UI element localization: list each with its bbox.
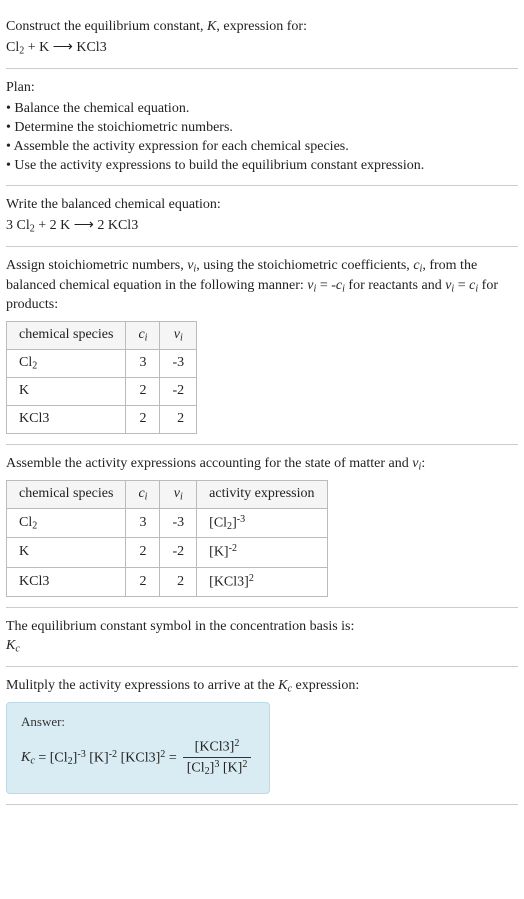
stoich-intro: Assign stoichiometric numbers, νi, using… bbox=[6, 257, 518, 314]
plan-list: Balance the chemical equation. Determine… bbox=[6, 100, 518, 176]
cell-vi: -2 bbox=[160, 377, 197, 405]
answer-fraction: [KCl3]2 [Cl2]3 [K]2 bbox=[183, 737, 252, 779]
col-ci: ci bbox=[126, 480, 160, 508]
answer-lhs: Kc = [Cl2]-3 [K]-2 [KCl3]2 = bbox=[21, 748, 177, 769]
cell-vi: -3 bbox=[160, 508, 197, 538]
col-vi: νi bbox=[160, 321, 197, 349]
table-row: Cl2 3 -3 [Cl2]-3 bbox=[7, 508, 328, 538]
cell-ci: 3 bbox=[126, 508, 160, 538]
cell-activity: [Cl2]-3 bbox=[197, 508, 327, 538]
table-row: KCl3 2 2 bbox=[7, 405, 197, 433]
col-species: chemical species bbox=[7, 480, 126, 508]
balanced-equation: 3 Cl2 + 2 K ⟶ 2 KCl3 bbox=[6, 217, 518, 236]
cell-vi: 2 bbox=[160, 405, 197, 433]
balanced-header: Write the balanced chemical equation: bbox=[6, 196, 518, 215]
stoich-table: chemical species ci νi Cl2 3 -3 K 2 -2 K… bbox=[6, 321, 197, 434]
cell-ci: 2 bbox=[126, 538, 160, 567]
cell-species: K bbox=[7, 377, 126, 405]
plan-item: Use the activity expressions to build th… bbox=[6, 157, 518, 176]
table-row: Cl2 3 -3 bbox=[7, 349, 197, 377]
cell-ci: 2 bbox=[126, 377, 160, 405]
multiply-line: Mulitply the activity expressions to arr… bbox=[6, 677, 518, 696]
plan-item: Determine the stoichiometric numbers. bbox=[6, 119, 518, 138]
col-species: chemical species bbox=[7, 321, 126, 349]
answer-expression: Kc = [Cl2]-3 [K]-2 [KCl3]2 = [KCl3]2 [Cl… bbox=[21, 737, 251, 779]
cell-vi: -3 bbox=[160, 349, 197, 377]
fraction-denominator: [Cl2]3 [K]2 bbox=[183, 758, 252, 779]
prompt-section: Construct the equilibrium constant, K, e… bbox=[6, 8, 518, 69]
cell-activity: [KCl3]2 bbox=[197, 567, 327, 596]
table-header-row: chemical species ci νi bbox=[7, 321, 197, 349]
table-row: K 2 -2 bbox=[7, 377, 197, 405]
activity-table: chemical species ci νi activity expressi… bbox=[6, 480, 328, 598]
prompt-line: Construct the equilibrium constant, K, e… bbox=[6, 18, 518, 37]
table-row: KCl3 2 2 [KCl3]2 bbox=[7, 567, 328, 596]
answer-label: Answer: bbox=[21, 713, 251, 731]
cell-species: Cl2 bbox=[7, 349, 126, 377]
cell-ci: 2 bbox=[126, 567, 160, 596]
cell-ci: 2 bbox=[126, 405, 160, 433]
cell-species: KCl3 bbox=[7, 405, 126, 433]
cell-species: K bbox=[7, 538, 126, 567]
prompt-equation: Cl2 + K ⟶ KCl3 bbox=[6, 39, 518, 58]
balanced-section: Write the balanced chemical equation: 3 … bbox=[6, 186, 518, 247]
table-header-row: chemical species ci νi activity expressi… bbox=[7, 480, 328, 508]
cell-activity: [K]-2 bbox=[197, 538, 327, 567]
stoich-section: Assign stoichiometric numbers, νi, using… bbox=[6, 247, 518, 444]
symbol-line: The equilibrium constant symbol in the c… bbox=[6, 618, 518, 637]
fraction-numerator: [KCl3]2 bbox=[183, 737, 252, 758]
symbol-kc: Kc bbox=[6, 637, 518, 656]
cell-vi: -2 bbox=[160, 538, 197, 567]
multiply-section: Mulitply the activity expressions to arr… bbox=[6, 667, 518, 805]
activity-section: Assemble the activity expressions accoun… bbox=[6, 445, 518, 609]
cell-species: KCl3 bbox=[7, 567, 126, 596]
answer-box: Answer: Kc = [Cl2]-3 [K]-2 [KCl3]2 = [KC… bbox=[6, 702, 270, 794]
col-ci: ci bbox=[126, 321, 160, 349]
symbol-section: The equilibrium constant symbol in the c… bbox=[6, 608, 518, 667]
col-activity: activity expression bbox=[197, 480, 327, 508]
table-row: K 2 -2 [K]-2 bbox=[7, 538, 328, 567]
plan-header: Plan: bbox=[6, 79, 518, 98]
plan-section: Plan: Balance the chemical equation. Det… bbox=[6, 69, 518, 186]
activity-intro: Assemble the activity expressions accoun… bbox=[6, 455, 518, 474]
plan-item: Balance the chemical equation. bbox=[6, 100, 518, 119]
cell-vi: 2 bbox=[160, 567, 197, 596]
col-vi: νi bbox=[160, 480, 197, 508]
cell-species: Cl2 bbox=[7, 508, 126, 538]
plan-item: Assemble the activity expression for eac… bbox=[6, 138, 518, 157]
cell-ci: 3 bbox=[126, 349, 160, 377]
